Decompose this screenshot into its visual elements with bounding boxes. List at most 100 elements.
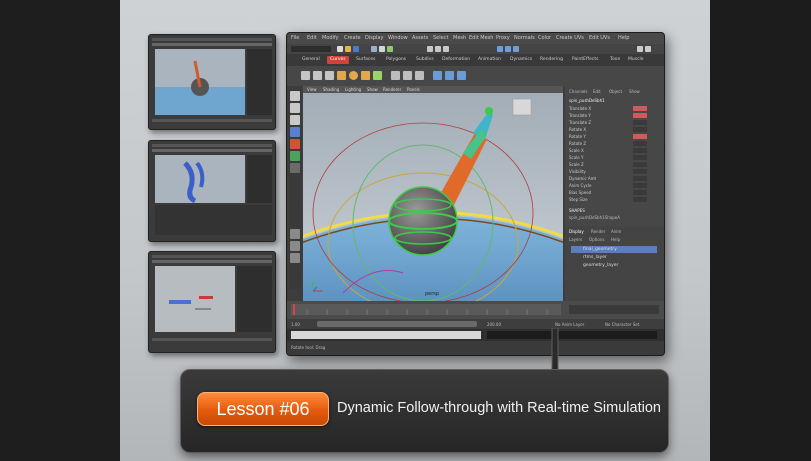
open-scene-icon[interactable]	[345, 46, 351, 52]
shelf-tab-curves[interactable]: Curves	[327, 56, 349, 64]
channel-row[interactable]: Anim Cycle	[569, 183, 661, 188]
lasso-tool-icon[interactable]	[290, 103, 300, 113]
menu-display[interactable]: Display	[365, 35, 383, 41]
menu-file[interactable]: File	[291, 35, 299, 41]
menu-modify[interactable]: Modify	[322, 35, 339, 41]
shelf-tab-dynamics[interactable]: Dynamics	[507, 56, 535, 64]
channel-row[interactable]: Translate Z	[569, 120, 661, 125]
shelf-tab-subdivs[interactable]: Subdivs	[413, 56, 437, 64]
layer-tab-anim[interactable]: Anim	[611, 229, 621, 234]
layer-item[interactable]: geometry_layer	[571, 262, 657, 269]
lesson-thumbnail-2[interactable]	[148, 140, 276, 242]
snap-point-icon[interactable]	[443, 46, 449, 52]
range-end[interactable]: 200.00	[487, 322, 501, 327]
menu-mesh[interactable]: Mesh	[453, 35, 466, 41]
shelf-tab-surfaces[interactable]: Surfaces	[353, 56, 379, 64]
loft-icon[interactable]	[433, 71, 442, 80]
lesson-thumbnail-1[interactable]	[148, 34, 276, 130]
menu-edit-mesh[interactable]: Edit Mesh	[469, 35, 493, 41]
pencil-curve-icon[interactable]	[325, 71, 334, 80]
channel-row[interactable]: Dynamic Amt	[569, 176, 661, 181]
menu-help[interactable]: Help	[618, 35, 629, 41]
layer-menu-help[interactable]: Help	[611, 237, 620, 242]
render-icon[interactable]	[497, 46, 503, 52]
viewport-menu-view[interactable]: View	[307, 87, 317, 92]
range-slider-handle[interactable]	[317, 321, 477, 327]
menu-normals[interactable]: Normals	[514, 35, 535, 41]
ep-curve-icon[interactable]	[313, 71, 322, 80]
channel-tab-object[interactable]: Object	[609, 89, 622, 94]
channel-row[interactable]: Translate X	[569, 106, 661, 111]
channel-row[interactable]: Rotate X	[569, 127, 661, 132]
anim-layer-field[interactable]: No Anim Layer	[555, 322, 584, 327]
layout-single-icon[interactable]	[290, 229, 300, 239]
mode-selector-icon[interactable]	[291, 46, 331, 52]
channel-tab-show[interactable]: Show	[629, 89, 640, 94]
revolve-icon[interactable]	[445, 71, 454, 80]
viewport-menu-show[interactable]: Show	[367, 87, 378, 92]
viewport-menu-panels[interactable]: Panels	[407, 87, 420, 92]
arc-icon[interactable]	[337, 71, 346, 80]
attribute-editor-icon[interactable]	[637, 46, 643, 52]
render-settings-icon[interactable]	[513, 46, 519, 52]
channel-row[interactable]: Bias Speed	[569, 190, 661, 195]
channel-row[interactable]: Rotate Y	[569, 134, 661, 139]
time-slider[interactable]	[287, 301, 664, 319]
lesson-badge[interactable]: Lesson #06	[197, 392, 329, 426]
layout-side-icon[interactable]	[290, 253, 300, 263]
menu-edit[interactable]: Edit	[307, 35, 317, 41]
menu-create-uvs[interactable]: Create UVs	[556, 35, 584, 41]
layout-four-icon[interactable]	[290, 241, 300, 251]
shelf-tab-deformation[interactable]: Deformation	[439, 56, 473, 64]
text-icon[interactable]	[373, 71, 382, 80]
channel-row[interactable]: Visibility	[569, 169, 661, 174]
select-hierarchy-icon[interactable]	[371, 46, 377, 52]
detach-curve-icon[interactable]	[415, 71, 424, 80]
menu-select[interactable]: Select	[433, 35, 448, 41]
channel-tab-edit[interactable]: Edit	[593, 89, 601, 94]
channel-row[interactable]: Step Size	[569, 197, 661, 202]
ipr-render-icon[interactable]	[505, 46, 511, 52]
attach-curve-icon[interactable]	[403, 71, 412, 80]
menu-create[interactable]: Create	[344, 35, 361, 41]
channel-tab-channels[interactable]: Channels	[569, 89, 588, 94]
viewport-menu-renderer[interactable]: Renderer	[383, 87, 401, 92]
select-object-icon[interactable]	[379, 46, 385, 52]
extrude-icon[interactable]	[457, 71, 466, 80]
rotate-tool-icon[interactable]	[290, 139, 300, 149]
range-start[interactable]: 1.00	[291, 322, 300, 327]
menu-assets[interactable]: Assets	[412, 35, 428, 41]
cv-curve-icon[interactable]	[301, 71, 310, 80]
shelf-tab-polygons[interactable]: Polygons	[383, 56, 409, 64]
shelf-tab-animation[interactable]: Animation	[475, 56, 504, 64]
command-line[interactable]	[287, 329, 664, 341]
shelf-tab-general[interactable]: General	[299, 56, 323, 64]
snap-grid-icon[interactable]	[427, 46, 433, 52]
channel-row[interactable]: Scale Z	[569, 162, 661, 167]
channel-row[interactable]: Rotate Z	[569, 141, 661, 146]
manipulator-icon[interactable]	[290, 163, 300, 173]
command-input[interactable]	[291, 331, 481, 339]
rebuild-curve-icon[interactable]	[391, 71, 400, 80]
character-set-field[interactable]: No Character Set	[605, 322, 639, 327]
shelf-tab-rendering[interactable]: Rendering	[537, 56, 566, 64]
menu-color[interactable]: Color	[538, 35, 551, 41]
layer-tab-render[interactable]: Render	[591, 229, 605, 234]
shelf-tab-painteffects[interactable]: PaintEffects	[569, 56, 601, 64]
layer-menu-layers[interactable]: Layers	[569, 237, 582, 242]
save-scene-icon[interactable]	[353, 46, 359, 52]
lesson-thumbnail-3[interactable]	[148, 251, 276, 353]
select-tool-icon[interactable]	[290, 91, 300, 101]
channel-box-icon[interactable]	[645, 46, 651, 52]
new-scene-icon[interactable]	[337, 46, 343, 52]
shelf-tab-toon[interactable]: Toon	[607, 56, 623, 64]
scale-tool-icon[interactable]	[290, 151, 300, 161]
range-slider[interactable]: 1.00 200.00 No Anim Layer No Character S…	[287, 319, 664, 329]
viewport-menu-lighting[interactable]: Lighting	[345, 87, 361, 92]
layer-item[interactable]: final_geometry	[571, 246, 657, 253]
menu-proxy[interactable]: Proxy	[496, 35, 510, 41]
channel-row[interactable]: Translate Y	[569, 113, 661, 118]
perspective-viewport[interactable]: persp	[303, 93, 563, 301]
circle-icon[interactable]	[349, 71, 358, 80]
menu-edit-uvs[interactable]: Edit UVs	[589, 35, 610, 41]
